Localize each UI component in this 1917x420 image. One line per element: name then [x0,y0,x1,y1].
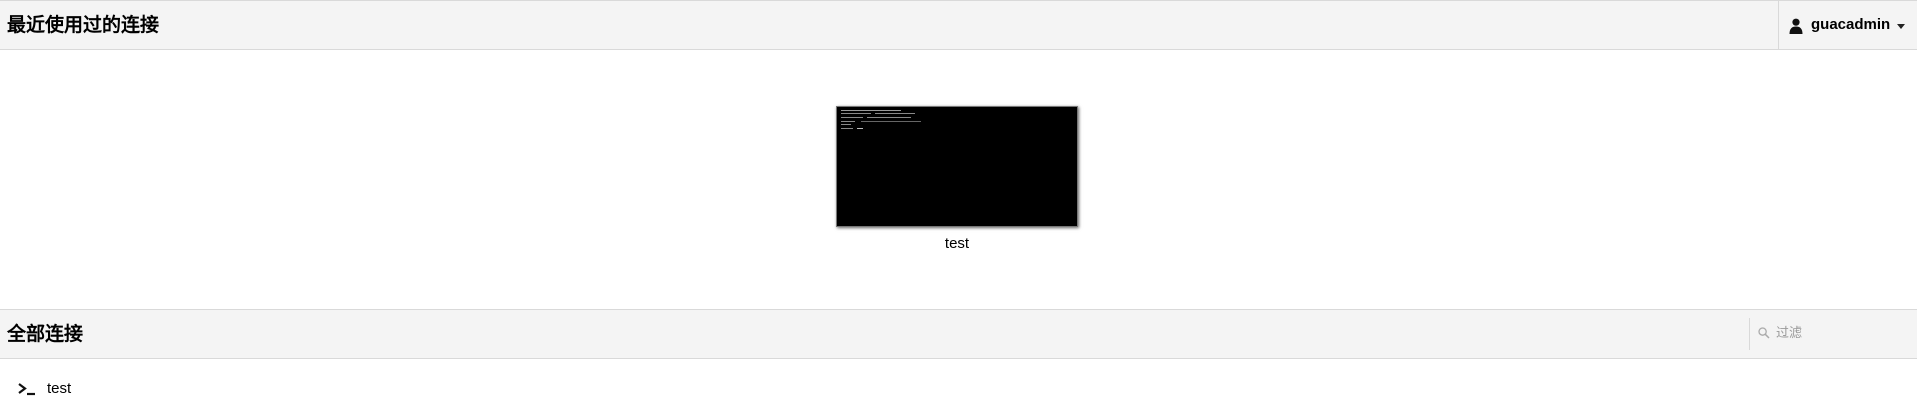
terminal-icon [18,383,35,396]
connection-list-item[interactable]: test [17,378,71,400]
username-label: guacadmin [1811,16,1891,33]
chevron-down-icon [1897,24,1905,29]
home-page: 最近使用过的连接 guacadmin test 全部连接 过滤 test [0,0,1917,420]
search-icon [1758,327,1770,339]
connection-thumbnail [836,106,1078,227]
recent-connections-title: 最近使用过的连接 [7,14,160,36]
filter-input[interactable] [1776,323,1906,343]
connection-name: test [944,235,970,252]
recent-connection-test[interactable]: test [836,106,1078,253]
connection-list-label: test [47,380,72,397]
user-icon [1789,18,1803,34]
filter-box [1749,318,1917,350]
all-connections-header: 全部连接 [0,309,1917,359]
user-menu-button[interactable]: guacadmin [1778,1,1917,49]
recent-connections-header: 最近使用过的连接 guacadmin [0,0,1917,50]
all-connections-title: 全部连接 [7,323,84,345]
